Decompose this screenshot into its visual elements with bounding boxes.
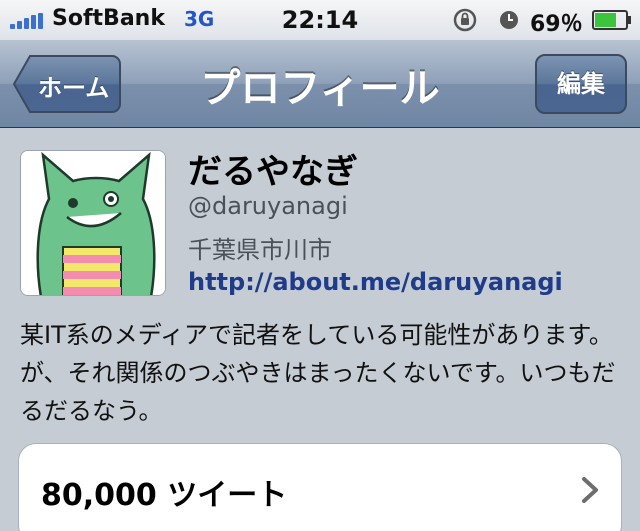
- battery-percentage: 69％: [530, 12, 583, 37]
- rotation-lock-icon: [453, 8, 477, 32]
- navigation-bar: ホーム プロフィール 編集: [0, 40, 640, 128]
- chevron-right-icon: [582, 477, 598, 503]
- cat-creature-avatar-icon: [21, 151, 165, 295]
- edit-button[interactable]: 編集: [535, 54, 627, 114]
- profile-name: だるやなぎ: [188, 152, 358, 192]
- status-bar: SoftBank 3G 22:14 69％: [0, 0, 640, 40]
- battery-icon: [592, 10, 631, 30]
- tweets-count-label: 80,000 ツイート: [41, 478, 288, 513]
- profile-handle: @daruyanagi: [188, 192, 348, 220]
- profile-location: 千葉県市川市: [188, 236, 332, 264]
- alarm-clock-icon: [500, 11, 518, 29]
- profile-url-link[interactable]: http://about.me/daruyanagi: [188, 268, 563, 296]
- profile-bio: 某IT系のメディアで記者をしている可能性があります。が、それ関係のつぶやきはまっ…: [20, 321, 616, 425]
- avatar[interactable]: [20, 150, 166, 296]
- tweets-count-cell[interactable]: 80,000 ツイート: [18, 443, 622, 531]
